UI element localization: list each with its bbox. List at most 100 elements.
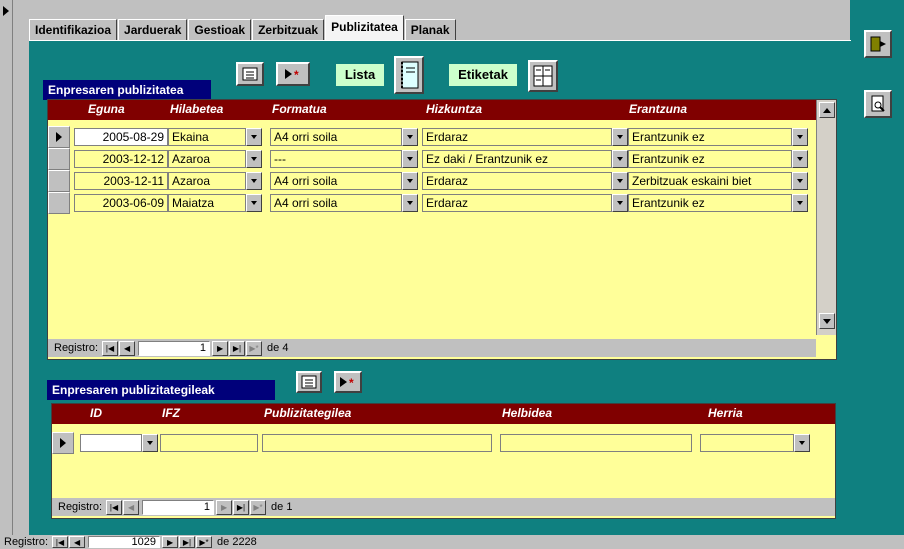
hilabetea-field[interactable]: Azaroa xyxy=(168,150,246,168)
main-record-navigator: Registro: |◀ ◀ 1029 ▶ ▶| ▶* de 2228 xyxy=(0,535,904,549)
formatua-field[interactable]: A4 orri soila xyxy=(270,172,402,190)
hilabetea-field[interactable]: Ekaina xyxy=(168,128,246,146)
publizitategilea-field[interactable] xyxy=(262,434,492,452)
new-record-nav-icon[interactable]: ▶* xyxy=(250,499,267,515)
hizkuntza-field[interactable]: Erdaraz xyxy=(422,128,612,146)
tab-planak[interactable]: Planak xyxy=(404,19,456,41)
column-header-hizkuntza: Hizkuntza xyxy=(426,102,483,116)
first-record-icon[interactable]: |◀ xyxy=(52,536,69,548)
publizitatea-subform: Eguna Hilabetea Formatua Hizkuntza Erant… xyxy=(47,99,837,360)
hilabetea-field[interactable]: Maiatza xyxy=(168,194,246,212)
row-selector[interactable] xyxy=(52,432,74,454)
lista-button[interactable] xyxy=(394,56,424,94)
last-record-icon[interactable]: ▶| xyxy=(233,499,250,515)
last-record-icon[interactable]: ▶| xyxy=(229,340,246,356)
hizkuntza-dropdown-icon[interactable] xyxy=(612,194,628,212)
section-title-publizitategileak: Enpresaren publizitategileak xyxy=(47,380,275,400)
column-header-hilabetea: Hilabetea xyxy=(170,102,224,116)
tab-gestioak[interactable]: Gestioak xyxy=(188,19,252,41)
hizkuntza-field[interactable]: Erdaraz xyxy=(422,172,612,190)
erantzuna-dropdown-icon[interactable] xyxy=(792,128,808,146)
hizkuntza-field[interactable]: Ez daki / Erantzunik ez xyxy=(422,150,612,168)
lista-label: Lista xyxy=(336,64,384,86)
hilabetea-dropdown-icon[interactable] xyxy=(246,194,262,212)
erantzuna-field[interactable]: Zerbitzuak eskaini biet xyxy=(628,172,792,190)
first-record-icon[interactable]: |◀ xyxy=(102,340,119,356)
herria-dropdown-icon[interactable] xyxy=(794,434,810,452)
print-preview-icon xyxy=(871,95,885,112)
new-record-icon: * xyxy=(340,376,354,388)
formatua-field[interactable]: A4 orri soila xyxy=(270,194,402,212)
formatua-dropdown-icon[interactable] xyxy=(402,150,418,168)
scroll-down-icon[interactable] xyxy=(819,313,835,329)
ifz-field[interactable] xyxy=(160,434,258,452)
row-selector[interactable] xyxy=(48,148,70,170)
form-view-button[interactable] xyxy=(236,62,264,86)
hilabetea-dropdown-icon[interactable] xyxy=(246,150,262,168)
row-selector[interactable] xyxy=(48,170,70,192)
record-number-input[interactable]: 1 xyxy=(138,340,211,356)
new-record-nav-icon[interactable]: ▶* xyxy=(196,536,213,548)
eguna-field[interactable]: 2003-06-09 xyxy=(74,194,168,212)
last-record-icon[interactable]: ▶| xyxy=(179,536,196,548)
new-record-nav-icon[interactable]: ▶* xyxy=(246,340,263,356)
etiketak-button[interactable] xyxy=(528,60,558,92)
formatua-dropdown-icon[interactable] xyxy=(402,128,418,146)
publizitategileak-header-row: ID IFZ Publizitategilea Helbidea Herria xyxy=(52,404,835,424)
tab-zerbitzuak[interactable]: Zerbitzuak xyxy=(252,19,325,41)
form-view-button-2[interactable] xyxy=(296,371,322,393)
previous-record-icon[interactable]: ◀ xyxy=(69,536,86,548)
hizkuntza-dropdown-icon[interactable] xyxy=(612,150,628,168)
erantzuna-field[interactable]: Erantzunik ez xyxy=(628,150,792,168)
column-header-helbidea: Helbidea xyxy=(502,406,553,420)
row-selector[interactable] xyxy=(48,126,70,148)
hizkuntza-dropdown-icon[interactable] xyxy=(612,172,628,190)
hilabetea-dropdown-icon[interactable] xyxy=(246,128,262,146)
hilabetea-field[interactable]: Azaroa xyxy=(168,172,246,190)
next-record-icon[interactable]: ▶ xyxy=(212,340,229,356)
helbidea-field[interactable] xyxy=(500,434,692,452)
erantzuna-field[interactable]: Erantzunik ez xyxy=(628,194,792,212)
erantzuna-dropdown-icon[interactable] xyxy=(792,194,808,212)
formatua-dropdown-icon[interactable] xyxy=(402,194,418,212)
erantzuna-dropdown-icon[interactable] xyxy=(792,150,808,168)
previous-record-icon[interactable]: ◀ xyxy=(123,499,140,515)
hizkuntza-field[interactable]: Erdaraz xyxy=(422,194,612,212)
next-record-icon[interactable]: ▶ xyxy=(162,536,179,548)
subform-record-navigator-2: Registro: |◀ ◀ 1 ▶ ▶| ▶* de 1 xyxy=(52,498,835,516)
etiketak-label: Etiketak xyxy=(449,64,517,86)
vertical-scrollbar[interactable] xyxy=(816,100,836,335)
next-record-icon[interactable]: ▶ xyxy=(216,499,233,515)
publizitatea-header-row: Eguna Hilabetea Formatua Hizkuntza Erant… xyxy=(48,100,836,120)
tab-identifikazioa[interactable]: Identifikazioa xyxy=(29,19,118,41)
id-dropdown-icon[interactable] xyxy=(142,434,158,452)
svg-text:*: * xyxy=(349,376,354,388)
scroll-up-icon[interactable] xyxy=(819,102,835,118)
record-number-input[interactable]: 1029 xyxy=(88,536,161,548)
formatua-field[interactable]: A4 orri soila xyxy=(270,128,402,146)
herria-field[interactable] xyxy=(700,434,794,452)
new-record-button-2[interactable]: * xyxy=(334,371,362,393)
record-number-input[interactable]: 1 xyxy=(142,499,215,515)
formatua-field[interactable]: --- xyxy=(270,150,402,168)
formatua-dropdown-icon[interactable] xyxy=(402,172,418,190)
print-preview-button[interactable] xyxy=(864,90,892,118)
erantzuna-dropdown-icon[interactable] xyxy=(792,172,808,190)
eguna-field[interactable]: 2003-12-11 xyxy=(74,172,168,190)
eguna-field[interactable]: 2003-12-12 xyxy=(74,150,168,168)
section-title-publizitatea: Enpresaren publizitatea xyxy=(43,80,211,100)
row-selector[interactable] xyxy=(48,192,70,214)
eguna-field[interactable]: 2005-08-29 xyxy=(74,128,168,146)
erantzuna-field[interactable]: Erantzunik ez xyxy=(628,128,792,146)
new-record-button[interactable]: * xyxy=(276,62,310,86)
column-header-id: ID xyxy=(90,406,102,420)
record-selector-column[interactable] xyxy=(0,0,13,536)
tab-jarduerak[interactable]: Jarduerak xyxy=(118,19,188,41)
first-record-icon[interactable]: |◀ xyxy=(106,499,123,515)
exit-button[interactable] xyxy=(864,30,892,58)
hizkuntza-dropdown-icon[interactable] xyxy=(612,128,628,146)
tab-publizitatea[interactable]: Publizitatea xyxy=(325,15,404,41)
id-field[interactable] xyxy=(80,434,142,452)
hilabetea-dropdown-icon[interactable] xyxy=(246,172,262,190)
previous-record-icon[interactable]: ◀ xyxy=(119,340,136,356)
